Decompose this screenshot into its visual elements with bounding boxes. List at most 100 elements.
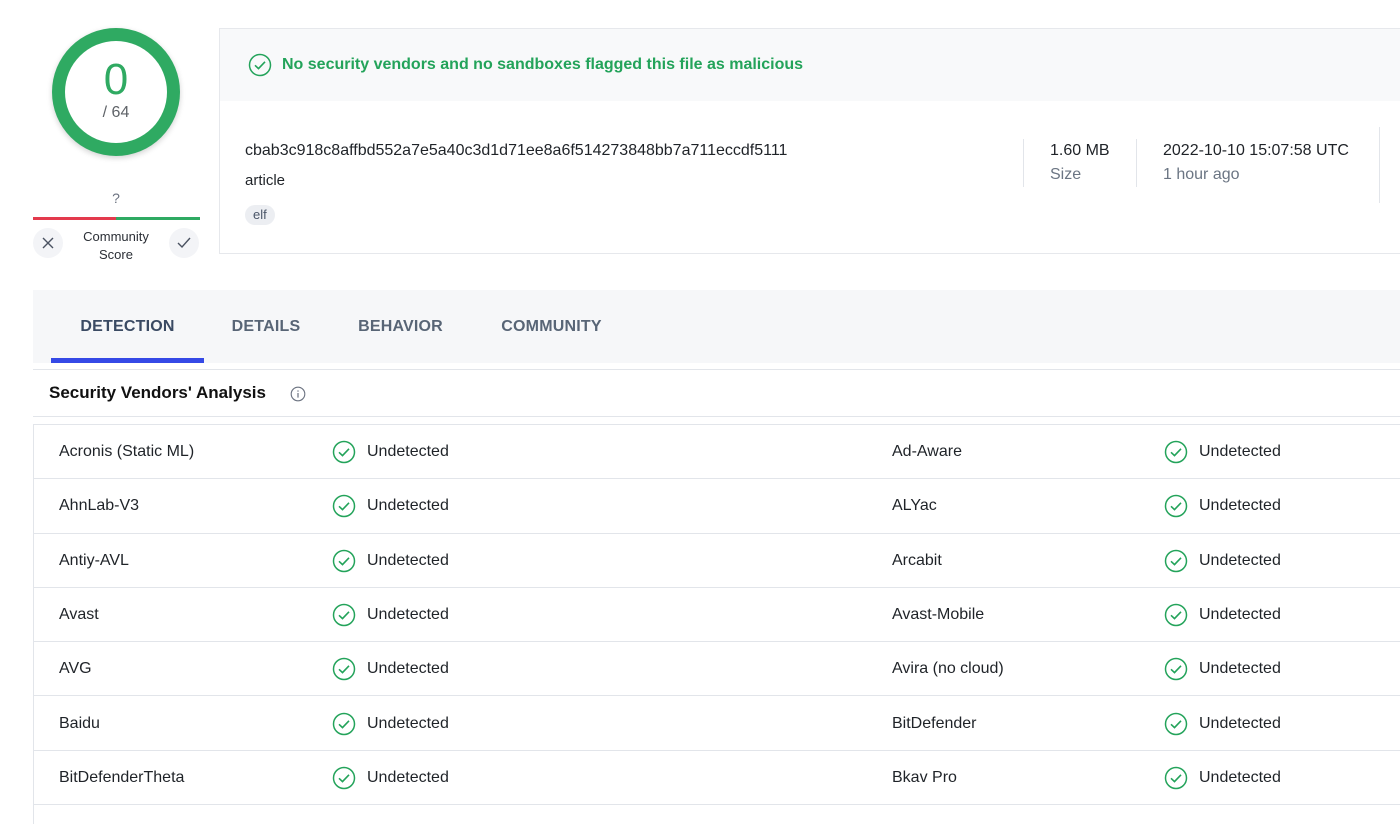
file-name: article (245, 172, 286, 189)
detection-score-ring: 0 / 64 (52, 28, 180, 156)
file-type-tag[interactable]: elf (245, 205, 275, 225)
divider (33, 416, 1400, 417)
vendor-name: Arcabit (892, 551, 942, 569)
vendor-name: BitDefender (892, 714, 977, 732)
table-row: Avast Undetected Avast-Mobile Undetected (34, 588, 1400, 643)
result-label: Undetected (367, 497, 449, 515)
check-circle-icon (332, 549, 356, 572)
community-label-line1: Community (83, 229, 149, 244)
vendor-name: AhnLab-V3 (59, 497, 140, 515)
score-inner: 0 / 64 (65, 41, 167, 143)
result-label: Undetected (367, 605, 449, 623)
result-label: Undetected (1199, 551, 1281, 569)
vendor-result: Undetected (1164, 697, 1281, 751)
vendor-name: Avast (59, 605, 99, 623)
table-row: Acronis (Static ML) Undetected Ad-Aware Und… (34, 425, 1400, 480)
info-icon[interactable] (290, 386, 306, 402)
vendor-name: Avira (no cloud) (892, 660, 1004, 678)
vendor-result: Undetected (332, 534, 449, 588)
detection-count: 0 (103, 55, 129, 104)
vendor-result: Undetected (332, 425, 449, 479)
community-unknown-mark: ? (112, 190, 120, 206)
result-label: Undetected (1199, 605, 1281, 623)
checkmark-icon (177, 237, 191, 249)
file-size-value: 1.60 MB (1050, 142, 1110, 159)
vote-harmful-button[interactable] (33, 228, 63, 258)
table-row: AhnLab-V3 Undetected ALYac Undetected (34, 479, 1400, 534)
section-title: Security Vendors' Analysis (49, 383, 266, 402)
vendor-name: ALYac (892, 497, 937, 515)
engine-total: / 64 (102, 104, 130, 121)
divider (1136, 139, 1137, 187)
check-circle-icon (332, 766, 356, 790)
vendor-result: Undetected (332, 479, 449, 533)
result-label: Undetected (367, 660, 449, 678)
analysis-relative-time: 1 hour ago (1163, 166, 1240, 183)
vendor-result: Undetected (1164, 479, 1281, 533)
tab-details[interactable]: DETAILS (214, 290, 318, 363)
analysis-date: 2022-10-10 15:07:58 UTC (1163, 142, 1349, 159)
vendor-name: Acronis (Static ML) (59, 443, 195, 460)
check-circle-icon (332, 495, 356, 518)
verdict-message: No security vendors and no sandboxes fla… (282, 56, 804, 73)
divider (1023, 139, 1024, 187)
vendor-result: Undetected (1164, 425, 1281, 479)
vendors-table: Acronis (Static ML) Undetected Ad-Aware Und… (33, 424, 1400, 824)
vendor-result: Undetected (1164, 642, 1281, 696)
vendor-name: BitDefenderTheta (59, 768, 185, 786)
check-circle-icon (1164, 766, 1188, 790)
check-circle-icon (1164, 549, 1188, 572)
result-label: Undetected (367, 768, 449, 786)
divider (33, 369, 1400, 370)
active-tab-indicator (51, 358, 204, 363)
file-size-label: Size (1050, 166, 1082, 183)
check-circle-icon (1164, 657, 1188, 681)
check-circle-icon (1164, 495, 1188, 518)
tab-behavior[interactable]: BEHAVIOR (338, 290, 463, 363)
report-tabs: DETECTION DETAILS BEHAVIOR COMMUNITY (33, 290, 1400, 363)
community-label-line2: Score (99, 247, 133, 262)
community-bar-negative (33, 217, 116, 220)
community-score-label: Community Score (72, 228, 160, 264)
result-label: Undetected (367, 443, 449, 460)
file-summary-card: No security vendors and no sandboxes fla… (219, 28, 1400, 254)
file-hash[interactable]: cbab3c918c8affbd552a7e5a40c3d1d71ee8a6f5… (245, 142, 787, 160)
result-label: Undetected (1199, 443, 1281, 460)
vendor-result: Undetected (332, 751, 449, 805)
table-row: AVG Undetected Avira (no cloud) Undetected (34, 642, 1400, 697)
verdict-banner: No security vendors and no sandboxes fla… (220, 29, 1400, 101)
result-label: Undetected (367, 551, 449, 569)
check-circle-icon (332, 440, 356, 464)
check-circle-icon (332, 657, 356, 681)
tab-community[interactable]: COMMUNITY (483, 290, 620, 363)
table-row: Antiy-AVL Undetected Arcabit Undetected (34, 534, 1400, 588)
vendor-name: Ad-Aware (892, 443, 962, 460)
check-circle-icon (332, 712, 356, 735)
check-circle-icon (1164, 440, 1188, 464)
result-label: Undetected (1199, 497, 1281, 515)
vendor-result: Undetected (1164, 751, 1281, 805)
community-bar-positive (116, 217, 200, 220)
vendor-result: Undetected (1164, 588, 1281, 642)
table-row: Baidu Undetected BitDefender Undetected (34, 697, 1400, 751)
vendor-name: Bkav Pro (892, 768, 957, 786)
vendor-result: Undetected (1164, 534, 1281, 588)
result-label: Undetected (1199, 714, 1281, 732)
table-row: BitDefenderTheta Undetected Bkav Pro Undete… (34, 751, 1400, 806)
check-circle-icon (332, 603, 356, 627)
vote-harmless-button[interactable] (169, 228, 199, 258)
vendor-name: Avast-Mobile (892, 605, 985, 623)
check-circle-icon (1164, 603, 1188, 627)
vendor-name: Baidu (59, 714, 100, 732)
result-label: Undetected (367, 714, 449, 732)
vendor-name: AVG (59, 660, 92, 678)
divider (1379, 127, 1380, 203)
check-circle-icon (248, 53, 272, 77)
result-label: Undetected (1199, 768, 1281, 786)
vendor-name: Antiy-AVL (59, 551, 129, 569)
close-icon (42, 237, 54, 249)
check-circle-icon (1164, 712, 1188, 735)
tab-detection[interactable]: DETECTION (51, 290, 204, 363)
result-label: Undetected (1199, 660, 1281, 678)
vendor-result: Undetected (332, 642, 449, 696)
